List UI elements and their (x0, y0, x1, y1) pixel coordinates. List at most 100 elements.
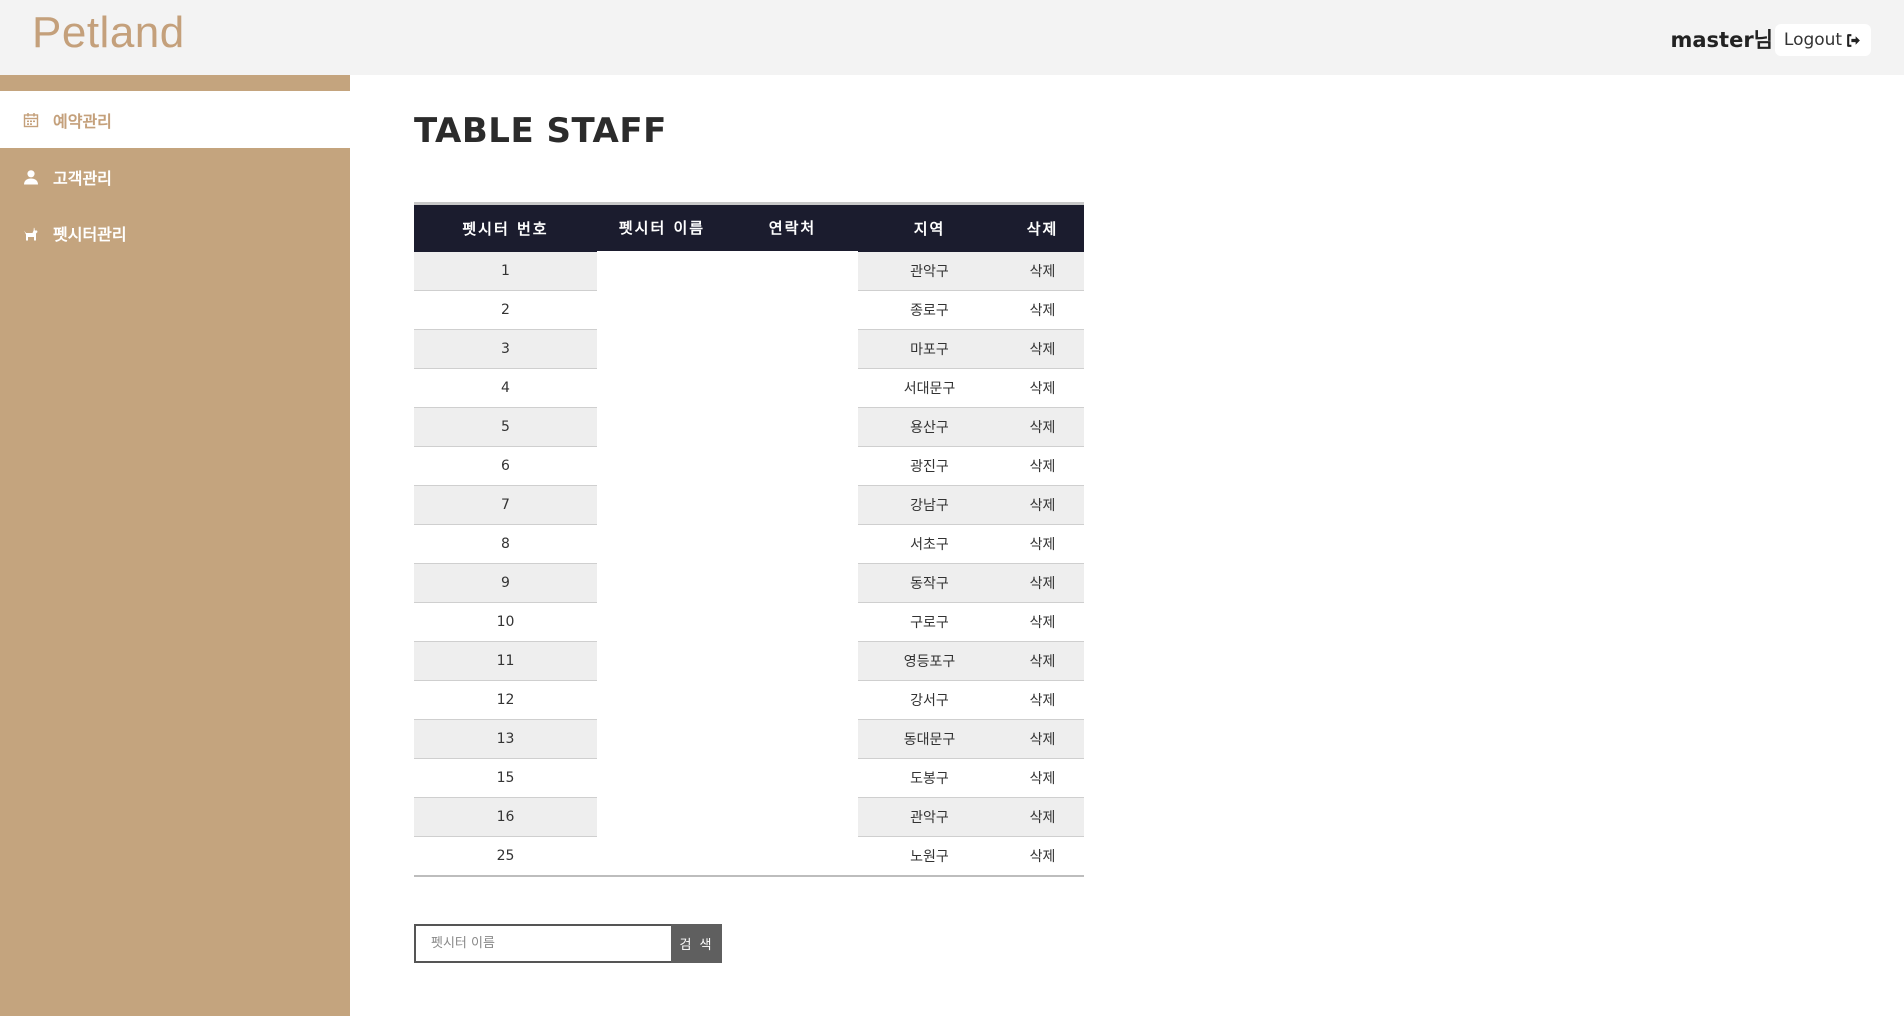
cell-name (597, 836, 727, 877)
delete-button[interactable]: 삭제 (1001, 758, 1084, 798)
cell-phone (727, 563, 858, 603)
cell-name (597, 290, 727, 330)
sign-out-icon (1847, 33, 1860, 47)
column-header-name[interactable]: 펫시터 이름 (597, 202, 727, 253)
cell-id: 1 (414, 251, 597, 291)
table-row: 5 용산구 삭제 (414, 407, 1084, 447)
cell-phone (727, 485, 858, 525)
staff-table: 펫시터 번호 펫시터 이름 연락처 지역 삭제 1 관악구 삭제 2 종로구 삭제 3 마포구… (414, 202, 1084, 877)
cell-id: 10 (414, 602, 597, 642)
cell-region: 용산구 (858, 407, 1001, 447)
user-icon (24, 169, 38, 184)
cell-id: 25 (414, 836, 597, 877)
sidebar-item-reservations[interactable]: 예약관리 (0, 91, 350, 148)
delete-button[interactable]: 삭제 (1001, 602, 1084, 642)
cell-name (597, 641, 727, 681)
table-row: 12 강서구 삭제 (414, 680, 1084, 720)
cell-phone (727, 680, 858, 720)
cell-name (597, 797, 727, 837)
cell-region: 동대문구 (858, 719, 1001, 759)
cell-name (597, 446, 727, 486)
search-bar: 검 색 (414, 924, 722, 963)
delete-button[interactable]: 삭제 (1001, 797, 1084, 837)
column-header-id[interactable]: 펫시터 번호 (414, 202, 597, 252)
cell-region: 관악구 (858, 797, 1001, 837)
delete-button[interactable]: 삭제 (1001, 563, 1084, 603)
delete-button[interactable]: 삭제 (1001, 251, 1084, 291)
delete-button[interactable]: 삭제 (1001, 641, 1084, 681)
search-button[interactable]: 검 색 (671, 924, 722, 963)
cell-name (597, 602, 727, 642)
sidebar-item-label: 고객관리 (53, 168, 112, 188)
delete-button[interactable]: 삭제 (1001, 368, 1084, 408)
logout-button[interactable]: Logout (1775, 24, 1871, 56)
cell-region: 광진구 (858, 446, 1001, 486)
cell-name (597, 407, 727, 447)
cell-id: 9 (414, 563, 597, 603)
table-row: 3 마포구 삭제 (414, 329, 1084, 369)
cell-name (597, 524, 727, 564)
cell-phone (727, 836, 858, 877)
delete-button[interactable]: 삭제 (1001, 719, 1084, 759)
cell-phone (727, 641, 858, 681)
cell-id: 5 (414, 407, 597, 447)
cell-id: 4 (414, 368, 597, 408)
delete-button[interactable]: 삭제 (1001, 407, 1084, 447)
cell-region: 도봉구 (858, 758, 1001, 798)
cell-id: 11 (414, 641, 597, 681)
table-header-row: 펫시터 번호 펫시터 이름 연락처 지역 삭제 (414, 202, 1084, 253)
brand-logo[interactable]: Petland (32, 8, 185, 58)
delete-button[interactable]: 삭제 (1001, 485, 1084, 525)
column-header-phone[interactable]: 연락처 (727, 202, 858, 253)
cell-phone (727, 290, 858, 330)
cell-region: 관악구 (858, 251, 1001, 291)
table-row: 15 도봉구 삭제 (414, 758, 1084, 798)
cell-region: 영등포구 (858, 641, 1001, 681)
dog-icon (24, 227, 38, 240)
cell-name (597, 329, 727, 369)
table-row: 13 동대문구 삭제 (414, 719, 1084, 759)
sidebar: 예약관리 고객관리 펫시터관리 (0, 75, 350, 1016)
page-title: TABLE STAFF (414, 111, 667, 151)
sidebar-item-petsitters[interactable]: 펫시터관리 (0, 204, 350, 261)
table-row: 7 강남구 삭제 (414, 485, 1084, 525)
cell-id: 7 (414, 485, 597, 525)
cell-phone (727, 251, 858, 291)
cell-name (597, 251, 727, 291)
column-header-delete[interactable]: 삭제 (1001, 202, 1084, 252)
cell-id: 8 (414, 524, 597, 564)
delete-button[interactable]: 삭제 (1001, 329, 1084, 369)
cell-name (597, 680, 727, 720)
table-row: 25 노원구 삭제 (414, 836, 1084, 877)
cell-name (597, 719, 727, 759)
table-row: 4 서대문구 삭제 (414, 368, 1084, 408)
table-row: 11 영등포구 삭제 (414, 641, 1084, 681)
logout-label: Logout (1783, 30, 1843, 50)
sidebar-item-label: 펫시터관리 (53, 224, 127, 244)
delete-button[interactable]: 삭제 (1001, 446, 1084, 486)
sidebar-item-customers[interactable]: 고객관리 (0, 148, 350, 205)
delete-button[interactable]: 삭제 (1001, 680, 1084, 720)
table-row: 9 동작구 삭제 (414, 563, 1084, 603)
user-name: master님 (1670, 28, 1773, 52)
cell-id: 16 (414, 797, 597, 837)
table-row: 6 광진구 삭제 (414, 446, 1084, 486)
column-header-region[interactable]: 지역 (858, 202, 1001, 252)
table-row: 8 서초구 삭제 (414, 524, 1084, 564)
cell-id: 15 (414, 758, 597, 798)
delete-button[interactable]: 삭제 (1001, 290, 1084, 330)
cell-region: 강남구 (858, 485, 1001, 525)
cell-phone (727, 758, 858, 798)
cell-region: 마포구 (858, 329, 1001, 369)
cell-region: 강서구 (858, 680, 1001, 720)
cell-region: 구로구 (858, 602, 1001, 642)
cell-phone (727, 602, 858, 642)
cell-phone (727, 719, 858, 759)
delete-button[interactable]: 삭제 (1001, 836, 1084, 877)
cell-phone (727, 368, 858, 408)
cell-id: 13 (414, 719, 597, 759)
delete-button[interactable]: 삭제 (1001, 524, 1084, 564)
cell-name (597, 368, 727, 408)
cell-id: 6 (414, 446, 597, 486)
search-input[interactable] (414, 924, 671, 963)
